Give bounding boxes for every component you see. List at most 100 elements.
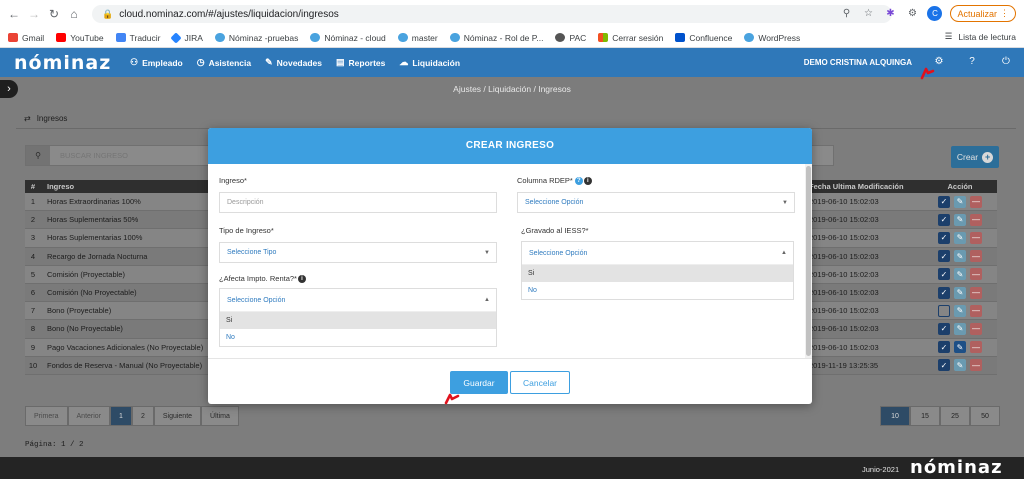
menu-reportes[interactable]: ▤ Reportes	[336, 57, 385, 68]
edit-icon[interactable]: ✎	[954, 231, 966, 244]
modal-scrollbar[interactable]	[805, 164, 812, 358]
update-button[interactable]: Actualizar ⋮	[950, 5, 1016, 22]
page-next[interactable]: Siguiente	[153, 406, 202, 426]
bookmark-youtube[interactable]: YouTube	[56, 33, 104, 43]
active-checkbox[interactable]: ✓	[938, 322, 950, 335]
delete-icon[interactable]: —	[970, 213, 982, 226]
puzzle-icon[interactable]: ⚙	[905, 7, 919, 21]
reading-list[interactable]: ☰ Lista de lectura	[945, 31, 1016, 42]
back-icon[interactable]: ←	[4, 7, 24, 21]
iess-value: Seleccione Opción	[529, 249, 588, 257]
row-num: 6	[30, 288, 36, 298]
bookmark-traducir[interactable]: Traducir	[115, 33, 160, 43]
edit-icon[interactable]: ✎	[954, 341, 966, 354]
size-50[interactable]: 50	[970, 406, 1000, 426]
bookmark-confluence[interactable]: Confluence	[675, 33, 732, 43]
active-checkbox[interactable]: ✓	[938, 231, 950, 244]
col-ingreso[interactable]: Ingreso	[41, 182, 211, 191]
power-icon[interactable]: ⏻	[1000, 56, 1012, 68]
bookmark-gmail[interactable]: Gmail	[8, 33, 44, 43]
page-first[interactable]: Primera	[25, 406, 68, 426]
address-bar[interactable]: 🔒 cloud.nominaz.com/#/ajustes/liquidacio…	[92, 5, 892, 23]
page-prev[interactable]: Anterior	[67, 406, 111, 426]
key-icon[interactable]: ⚲	[839, 7, 853, 21]
star-icon[interactable]: ☆	[861, 7, 875, 21]
bookmark-wordpress[interactable]: WordPress	[744, 33, 800, 43]
menu-novedades[interactable]: ✎ Novedades	[265, 57, 322, 68]
delete-icon[interactable]: —	[970, 322, 982, 335]
profile-avatar[interactable]: C	[927, 6, 943, 21]
edit-icon[interactable]: ✎	[954, 286, 966, 299]
active-checkbox[interactable]: ✓	[938, 268, 950, 281]
edit-icon[interactable]: ✎	[954, 195, 966, 208]
size-15[interactable]: 15	[910, 406, 940, 426]
size-10[interactable]: 10	[880, 406, 910, 426]
renta-option-no[interactable]: No	[220, 329, 496, 346]
clock-icon: ◷	[196, 57, 205, 67]
user-name[interactable]: DEMO CRISTINA ALQUINGA	[804, 58, 912, 67]
page-1[interactable]: 1	[110, 406, 132, 426]
delete-icon[interactable]: —	[970, 286, 982, 299]
active-checkbox[interactable]: ✓	[938, 286, 950, 299]
help-icon[interactable]: ?	[966, 56, 978, 68]
reload-icon[interactable]: ↻	[44, 7, 64, 21]
iess-option-no[interactable]: No	[522, 282, 793, 299]
bookmark-nominaz-cloud[interactable]: Nóminaz - cloud	[310, 33, 386, 43]
menu-asistencia[interactable]: ◷ Asistencia	[197, 57, 251, 68]
renta-select[interactable]: Seleccione Opción ▲	[220, 289, 496, 312]
rdep-select[interactable]: Seleccione Opción ▼	[517, 192, 795, 213]
active-checkbox[interactable]: ✓	[938, 359, 950, 372]
delete-icon[interactable]: —	[970, 268, 982, 281]
active-checkbox[interactable]: ✓	[938, 250, 950, 263]
size-25[interactable]: 25	[940, 406, 970, 426]
home-icon[interactable]: ⌂	[64, 7, 84, 21]
help-icon[interactable]: ?	[574, 177, 583, 186]
app-logo[interactable]: nóminaz	[0, 52, 130, 74]
delete-icon[interactable]: —	[970, 304, 982, 317]
row-fecha: 2019-11-19 13:25:35	[809, 360, 879, 370]
edit-icon[interactable]: ✎	[954, 359, 966, 372]
renta-dropdown[interactable]: Seleccione Opción ▲ Si No	[219, 288, 497, 347]
bookmark-master[interactable]: master	[397, 33, 438, 43]
renta-option-si[interactable]: Si	[220, 312, 496, 329]
users-icon: ⚇	[130, 57, 139, 67]
tipo-select[interactable]: Seleccione Tipo ▼	[219, 242, 497, 263]
iess-select[interactable]: Seleccione Opción ▲	[522, 242, 793, 265]
active-checkbox[interactable]: ✓	[938, 341, 950, 354]
page-2[interactable]: 2	[131, 406, 154, 426]
active-checkbox[interactable]: ✓	[938, 304, 950, 317]
col-fecha[interactable]: Fecha Ultima Modificación	[805, 182, 923, 191]
forward-icon[interactable]: →	[24, 7, 44, 21]
delete-icon[interactable]: —	[970, 341, 982, 354]
iess-option-si[interactable]: Si	[522, 265, 793, 282]
search-box-end	[810, 145, 834, 166]
create-button[interactable]: Crear +	[951, 146, 999, 168]
edit-icon[interactable]: ✎	[954, 250, 966, 263]
extension-icon[interactable]: ✱	[883, 7, 897, 21]
menu-liquidacion[interactable]: ☁ Liquidación	[399, 57, 460, 68]
edit-icon[interactable]: ✎	[954, 322, 966, 335]
scrollbar-thumb[interactable]	[806, 166, 811, 356]
active-checkbox[interactable]: ✓	[938, 195, 950, 208]
delete-icon[interactable]: —	[970, 250, 982, 263]
page-last[interactable]: Última	[201, 406, 239, 426]
edit-icon[interactable]: ✎	[954, 268, 966, 281]
menu-empleado[interactable]: ⚇ Empleado	[130, 57, 183, 68]
edit-icon[interactable]: ✎	[954, 213, 966, 226]
bookmark-cerrar-sesion[interactable]: Cerrar sesión	[598, 33, 663, 43]
active-checkbox[interactable]: ✓	[938, 213, 950, 226]
delete-icon[interactable]: —	[970, 359, 982, 372]
row-actions: ✓ ✎ —	[923, 304, 997, 317]
cancel-button[interactable]: Cancelar	[510, 371, 570, 394]
edit-icon[interactable]: ✎	[954, 304, 966, 317]
iess-dropdown[interactable]: Seleccione Opción ▲ Si No	[521, 241, 794, 300]
search-input[interactable]	[50, 151, 200, 160]
bookmark-nominaz-rol[interactable]: Nóminaz - Rol de P...	[449, 33, 543, 43]
delete-icon[interactable]: —	[970, 195, 982, 208]
row-num: 2	[30, 215, 36, 225]
delete-icon[interactable]: —	[970, 231, 982, 244]
bookmark-nominaz-pruebas[interactable]: Nóminaz -pruebas	[214, 33, 298, 43]
ingreso-input[interactable]: Descripción	[219, 192, 497, 213]
bookmark-pac[interactable]: PAC	[555, 33, 586, 43]
bookmark-jira[interactable]: JIRA	[170, 31, 203, 44]
